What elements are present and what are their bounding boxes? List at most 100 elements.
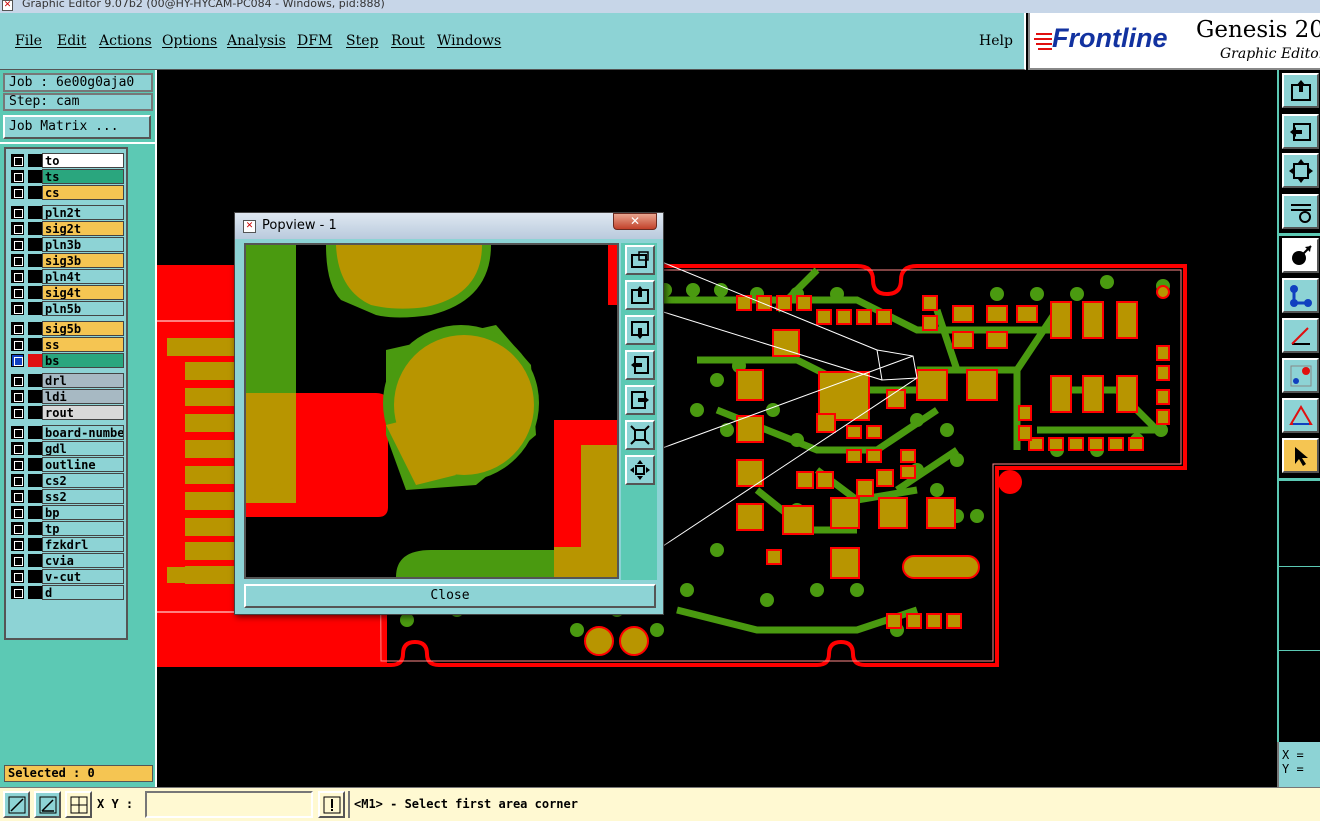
layer-name[interactable]: v-cut: [42, 569, 124, 584]
job-matrix-button[interactable]: Job Matrix ...: [3, 115, 151, 139]
layer-color-swatch[interactable]: [28, 538, 42, 551]
layer-checkbox[interactable]: [11, 426, 24, 439]
layer-row[interactable]: fzkdrl: [9, 537, 125, 552]
layer-checkbox[interactable]: [11, 506, 24, 519]
layer-row[interactable]: sig2t: [9, 221, 125, 236]
layer-name[interactable]: pln4t: [42, 269, 124, 284]
layer-color-swatch[interactable]: [28, 302, 42, 315]
layer-color-swatch[interactable]: [28, 186, 42, 199]
layer-name[interactable]: sig5b: [42, 321, 124, 336]
layer-row[interactable]: pln4t: [9, 269, 125, 284]
layer-name[interactable]: ss: [42, 337, 124, 352]
layer-checkbox[interactable]: [11, 442, 24, 455]
layer-name[interactable]: bs: [42, 353, 124, 368]
layer-color-swatch[interactable]: [28, 270, 42, 283]
pan-up-button[interactable]: [1282, 73, 1319, 108]
layer-color-swatch[interactable]: [28, 390, 42, 403]
layer-color-swatch[interactable]: [28, 338, 42, 351]
layer-name[interactable]: cvia: [42, 553, 124, 568]
layer-name[interactable]: cs2: [42, 473, 124, 488]
layer-name[interactable]: ss2: [42, 489, 124, 504]
snap-grid-button[interactable]: [3, 791, 30, 818]
menu-step[interactable]: Step: [346, 33, 378, 49]
layer-name[interactable]: outline: [42, 457, 124, 472]
layer-row[interactable]: rout: [9, 405, 125, 420]
layer-color-swatch[interactable]: [28, 570, 42, 583]
popview-pan-right-button[interactable]: [625, 385, 655, 415]
angle-snap-button[interactable]: [34, 791, 61, 818]
popview-pan-down-button[interactable]: [625, 315, 655, 345]
popview-zoom-box-button[interactable]: [625, 245, 655, 275]
layer-color-swatch[interactable]: [28, 238, 42, 251]
layer-checkbox[interactable]: [11, 186, 24, 199]
drc-button[interactable]: [1282, 398, 1319, 433]
grid-button[interactable]: [65, 791, 92, 818]
layer-checkbox[interactable]: [11, 406, 24, 419]
layer-row[interactable]: sig3b: [9, 253, 125, 268]
layer-row[interactable]: ss2: [9, 489, 125, 504]
layer-name[interactable]: sig4t: [42, 285, 124, 300]
layer-row[interactable]: d: [9, 585, 125, 600]
layer-checkbox[interactable]: [11, 554, 24, 567]
layer-name[interactable]: bp: [42, 505, 124, 520]
popview-zoom-out-button[interactable]: [625, 420, 655, 450]
layer-row[interactable]: ts: [9, 169, 125, 184]
layer-color-swatch[interactable]: [28, 426, 42, 439]
layer-row[interactable]: cs2: [9, 473, 125, 488]
layer-name[interactable]: d: [42, 585, 124, 600]
menu-options[interactable]: Options: [162, 33, 217, 49]
layer-row[interactable]: v-cut: [9, 569, 125, 584]
measure-button[interactable]: [1282, 194, 1319, 229]
layer-checkbox[interactable]: [11, 538, 24, 551]
layer-color-swatch[interactable]: [28, 586, 42, 599]
menu-actions[interactable]: Actions: [99, 33, 152, 49]
layer-row[interactable]: cvia: [9, 553, 125, 568]
layer-row[interactable]: to: [9, 153, 125, 168]
layer-checkbox[interactable]: [11, 154, 24, 167]
layer-color-swatch[interactable]: [28, 374, 42, 387]
layer-checkbox[interactable]: [11, 238, 24, 251]
layer-color-swatch[interactable]: [28, 154, 42, 167]
layer-name[interactable]: fzkdrl: [42, 537, 124, 552]
layer-name[interactable]: sig3b: [42, 253, 124, 268]
layer-row[interactable]: pln3b: [9, 237, 125, 252]
layer-color-swatch[interactable]: [28, 458, 42, 471]
layer-checkbox[interactable]: [11, 206, 24, 219]
layer-row[interactable]: drl: [9, 373, 125, 388]
layer-name[interactable]: pln5b: [42, 301, 124, 316]
layer-name[interactable]: board-number: [42, 425, 124, 440]
menu-rout[interactable]: Rout: [391, 33, 425, 49]
layer-row[interactable]: ss: [9, 337, 125, 352]
layer-row[interactable]: pln5b: [9, 301, 125, 316]
menu-dfm[interactable]: DFM: [297, 33, 332, 49]
layer-checkbox[interactable]: [11, 458, 24, 471]
layer-checkbox[interactable]: [11, 286, 24, 299]
layer-color-swatch[interactable]: [28, 442, 42, 455]
layer-color-swatch[interactable]: [28, 490, 42, 503]
snap-button[interactable]: [1282, 238, 1319, 273]
layer-name[interactable]: rout: [42, 405, 124, 420]
layer-row[interactable]: bs: [9, 353, 125, 368]
layer-row[interactable]: sig4t: [9, 285, 125, 300]
layer-name[interactable]: tp: [42, 521, 124, 536]
layer-row[interactable]: board-number: [9, 425, 125, 440]
layer-checkbox[interactable]: [11, 354, 24, 367]
layer-checkbox[interactable]: [11, 254, 24, 267]
layer-color-swatch[interactable]: [28, 254, 42, 267]
layer-row[interactable]: bp: [9, 505, 125, 520]
angle-button[interactable]: [1282, 318, 1319, 353]
layer-name[interactable]: pln2t: [42, 205, 124, 220]
layer-name[interactable]: ldi: [42, 389, 124, 404]
menu-windows[interactable]: Windows: [437, 33, 501, 49]
layer-checkbox[interactable]: [11, 322, 24, 335]
layer-row[interactable]: tp: [9, 521, 125, 536]
layer-color-swatch[interactable]: [28, 206, 42, 219]
layer-name[interactable]: sig2t: [42, 221, 124, 236]
layer-checkbox[interactable]: [11, 302, 24, 315]
xy-input[interactable]: [145, 791, 313, 818]
layer-row[interactable]: gdl: [9, 441, 125, 456]
layer-name[interactable]: pln3b: [42, 237, 124, 252]
layer-color-swatch[interactable]: [28, 170, 42, 183]
pan-left-button[interactable]: [1282, 114, 1319, 149]
layer-color-swatch[interactable]: [28, 322, 42, 335]
